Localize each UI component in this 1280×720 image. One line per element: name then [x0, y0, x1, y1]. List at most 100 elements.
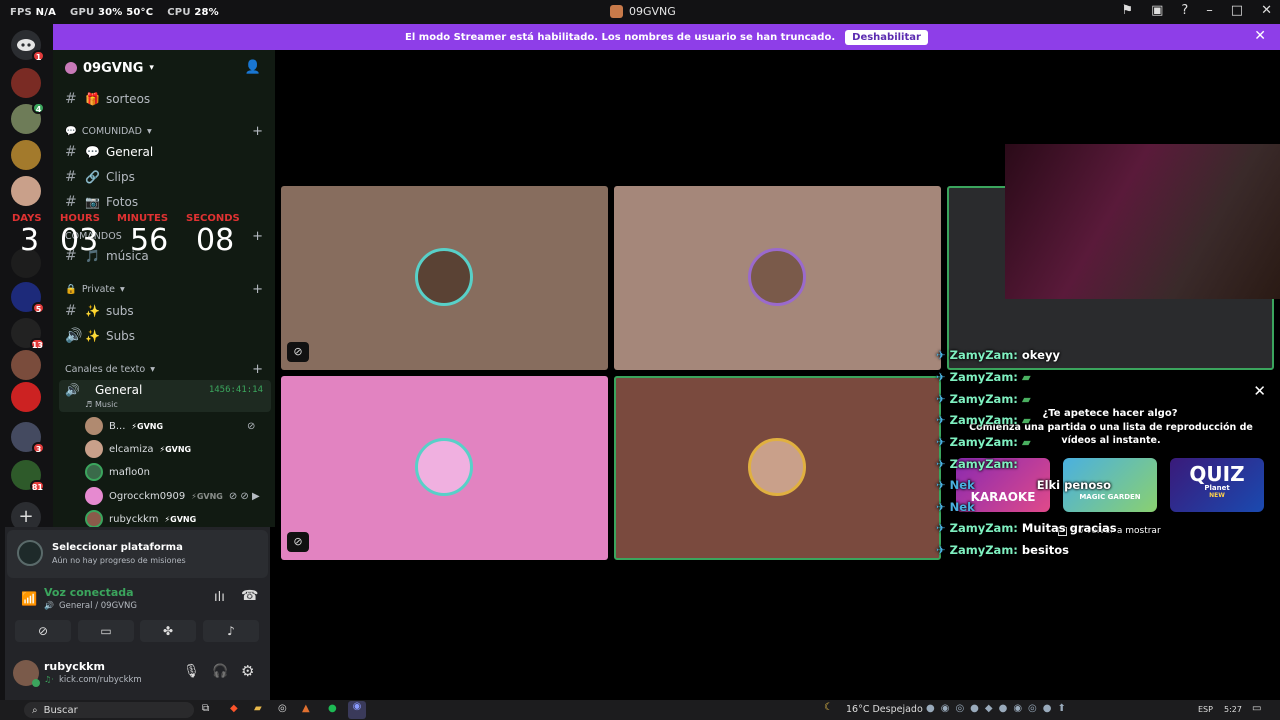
channel-general[interactable]: # 💬 General — [65, 142, 153, 162]
soundboard-icon[interactable]: ılı — [214, 590, 225, 605]
voice-user[interactable]: rubyckkm ⚡GVNG — [85, 509, 196, 527]
category-comunidad[interactable]: 💬 COMUNIDAD ▾ — [65, 126, 152, 137]
server-icon[interactable]: 5 — [11, 282, 45, 314]
voice-status-subtitle[interactable]: General / 09GVNG — [59, 601, 137, 611]
channel-subs[interactable]: # ✨ subs — [65, 301, 134, 321]
category-private[interactable]: 🔒 Private ▾ — [65, 284, 125, 295]
muted-icon: ⊘ — [287, 342, 309, 362]
voice-user-name: Ogrocckm0909 — [109, 490, 186, 502]
invite-user-icon[interactable]: 👤 — [245, 60, 261, 75]
clock[interactable]: 5:27 — [1224, 705, 1242, 714]
emote-icon: ▰ — [1021, 392, 1031, 406]
activities-button[interactable]: ✤ — [140, 620, 196, 642]
add-channel-icon[interactable]: + — [252, 282, 263, 297]
server-icon[interactable] — [11, 68, 41, 98]
category-texto[interactable]: Canales de texto ▾ — [65, 364, 155, 375]
disconnect-icon[interactable]: ☎ — [241, 588, 258, 604]
close-button[interactable]: ✕ — [1261, 3, 1272, 18]
headphones-icon[interactable]: 🎧 — [212, 664, 228, 679]
channel-label: sorteos — [105, 92, 151, 106]
voice-user[interactable]: maflo0n — [85, 462, 150, 482]
soundboard-button[interactable]: ♪ — [203, 620, 259, 642]
channel-fotos[interactable]: # 📷 Fotos — [65, 192, 138, 212]
server-icon[interactable] — [11, 176, 41, 206]
avatar — [85, 510, 103, 527]
brave-icon[interactable]: ◆ — [230, 703, 238, 714]
voice-tile[interactable] — [614, 186, 941, 370]
voice-tile[interactable]: ⊘ — [281, 376, 608, 560]
channel-subs-voice[interactable]: 🔊 ✨ Subs — [65, 326, 135, 346]
add-channel-icon[interactable]: + — [252, 229, 263, 244]
sparkle-icon: ✨ — [85, 304, 100, 318]
camera-off-icon: ⊘ — [37, 624, 49, 638]
server-icon[interactable] — [11, 350, 41, 380]
app-icon[interactable]: ▲ — [302, 703, 310, 714]
server-icon[interactable]: 3 — [11, 422, 45, 454]
minimize-button[interactable]: – — [1206, 3, 1213, 18]
flag-icon[interactable]: ⚑ — [1121, 3, 1133, 18]
gear-icon[interactable]: ⚙ — [241, 662, 254, 680]
microphone-icon[interactable]: 🎙 — [183, 664, 200, 679]
music-icon: ♫· — [44, 675, 54, 684]
pin-icon: ✈ — [936, 500, 946, 514]
maximize-button[interactable]: □ — [1231, 3, 1243, 18]
activity-quiz-planet[interactable]: QUIZ Planet NEW — [1170, 458, 1264, 512]
camera-off-icon: ⊘ — [287, 532, 309, 552]
spotify-icon[interactable]: ● — [328, 703, 337, 714]
server-icon[interactable] — [11, 382, 41, 412]
chat-message: ✈ ZamyZam: Muitas gracias — [936, 521, 1117, 535]
language-indicator[interactable]: ESP — [1198, 705, 1213, 714]
server-icon[interactable] — [11, 140, 41, 170]
chat-username: ZamyZam: — [949, 413, 1018, 427]
chat-text: Muitas gracias — [1021, 521, 1117, 535]
hash-icon: # — [65, 303, 77, 319]
voice-user[interactable]: Ogrocckm0909 ⚡GVNG ⊘ ⊘ ▶ — [85, 486, 260, 506]
add-channel-icon[interactable]: + — [252, 124, 263, 139]
chat-message: ✈ ZamyZam: ▰ — [936, 413, 1031, 427]
app-icon[interactable]: ◎ — [278, 703, 287, 714]
platform-subtitle: Aún no hay progreso de misiones — [52, 556, 186, 565]
voice-tile[interactable]: ⊘ — [281, 186, 608, 370]
server-icon[interactable]: 81 — [11, 460, 45, 492]
server-icon[interactable]: 13 — [11, 318, 45, 350]
tray-icons[interactable]: ●◉◎●◆●◉◎●⬆ — [926, 703, 1072, 714]
voice-channel-general[interactable]: 🔊 General 1456:41:14 ♬ Music — [59, 380, 271, 412]
signal-icon[interactable]: 📶 — [21, 592, 37, 607]
chat-message: ✈ ZamyZam: ▰ — [936, 392, 1031, 406]
camera-toggle-button[interactable]: ⊘ — [15, 620, 71, 642]
close-icon[interactable]: ✕ — [1253, 382, 1266, 400]
chat-text: besitos — [1021, 543, 1069, 557]
platform-selector[interactable]: Seleccionar plataforma Aún no hay progre… — [7, 530, 268, 578]
category-label: Private — [81, 284, 115, 295]
disable-streamer-button[interactable]: Deshabilitar — [845, 29, 928, 45]
screen-icon: ▭ — [100, 624, 112, 638]
weather-text[interactable]: 16°C Despejado — [846, 704, 923, 715]
channel-label: General — [95, 383, 143, 397]
add-channel-icon[interactable]: + — [252, 362, 263, 377]
chat-message: ✈ ZamyZam: ▰ — [936, 435, 1031, 449]
voice-user[interactable]: B... ⚡GVNG ⊘ — [85, 416, 255, 436]
chat-username: ZamyZam: — [949, 457, 1018, 471]
channel-clips[interactable]: # 🔗 Clips — [65, 167, 135, 187]
discord-home-icon[interactable]: 1 — [11, 30, 45, 62]
server-header[interactable]: 09GVNG ▾ 👤 — [53, 50, 275, 86]
emote-icon: ▰ — [1021, 435, 1031, 449]
server-icon[interactable]: 4 — [11, 102, 45, 134]
voice-user-name: elcamiza — [109, 443, 154, 455]
avatar — [85, 487, 103, 505]
search-box[interactable]: ⌕ Buscar — [24, 702, 194, 718]
hours-value: 03 — [60, 223, 99, 258]
discord-taskbar-icon[interactable]: ◉ — [348, 701, 366, 719]
muted-icon: ⊘ ⊘ ▶ — [228, 490, 260, 502]
screenshare-button[interactable]: ▭ — [78, 620, 134, 642]
voice-user[interactable]: elcamiza ⚡GVNG — [85, 439, 191, 459]
help-icon[interactable]: ? — [1181, 3, 1188, 18]
avatar — [415, 438, 473, 496]
voice-tile-speaking[interactable] — [614, 376, 941, 560]
channel-sorteos[interactable]: # 🎁 sorteos — [65, 89, 150, 109]
inbox-icon[interactable]: ▣ — [1151, 3, 1163, 18]
folder-icon[interactable]: ▰ — [254, 703, 262, 714]
close-icon[interactable]: ✕ — [1254, 28, 1266, 44]
task-view-icon[interactable]: ⧉ — [202, 703, 209, 714]
notification-icon[interactable]: ▭ — [1252, 703, 1261, 714]
